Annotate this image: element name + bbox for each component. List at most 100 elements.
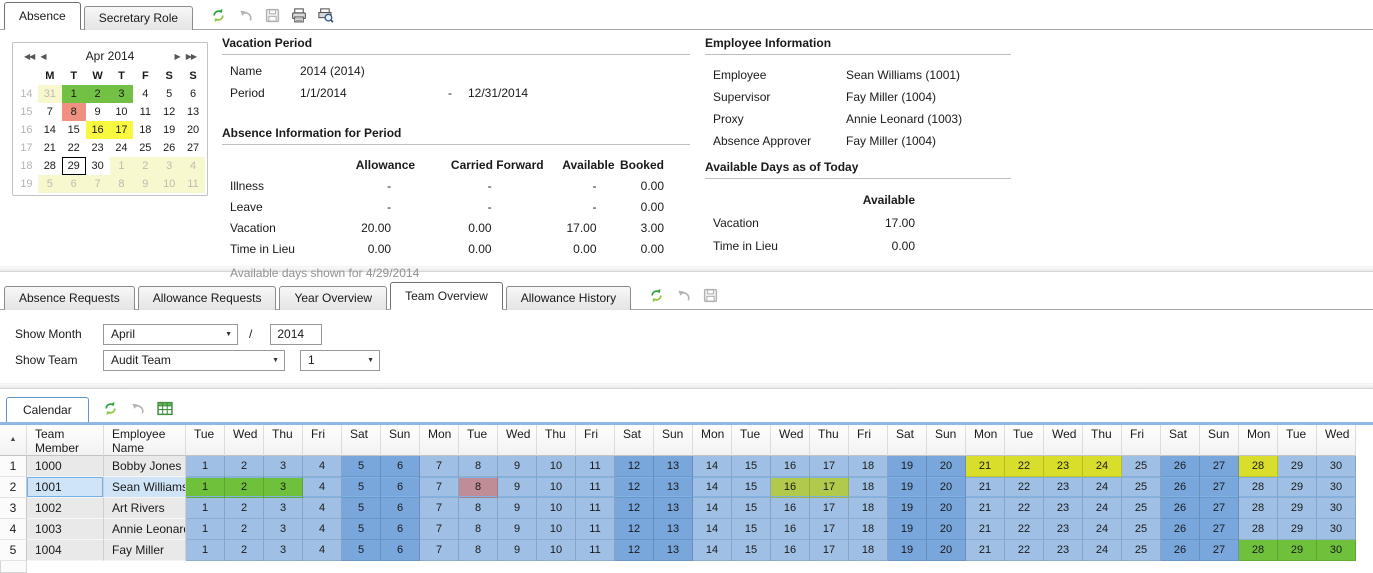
mini-cal-day[interactable]: 19: [157, 121, 181, 139]
team-member-cell[interactable]: 1001: [27, 477, 104, 498]
day-cell[interactable]: 20: [927, 498, 966, 519]
row-header[interactable]: 2: [0, 477, 27, 498]
day-cell[interactable]: 8: [459, 540, 498, 561]
mini-cal-day[interactable]: 10: [110, 103, 134, 121]
mini-cal-day[interactable]: 1: [110, 157, 134, 175]
day-cell[interactable]: 15: [732, 519, 771, 540]
mini-cal-day[interactable]: 3: [157, 157, 181, 175]
day-cell[interactable]: 27: [1200, 477, 1239, 498]
day-cell[interactable]: 6: [381, 498, 420, 519]
year-input[interactable]: [270, 324, 322, 345]
mini-cal-day[interactable]: 26: [157, 139, 181, 157]
mini-cal-day[interactable]: 1: [62, 85, 86, 103]
mini-cal-day[interactable]: 6: [62, 175, 86, 193]
day-cell[interactable]: 16: [771, 477, 810, 498]
day-cell[interactable]: 16: [771, 498, 810, 519]
mini-cal-day[interactable]: 28: [38, 157, 62, 175]
tab-secretary-role[interactable]: Secretary Role: [84, 6, 193, 30]
day-cell[interactable]: 18: [849, 498, 888, 519]
day-cell[interactable]: 29: [1278, 540, 1317, 561]
day-cell[interactable]: 30: [1317, 498, 1356, 519]
mini-cal-day[interactable]: 6: [181, 85, 205, 103]
day-cell[interactable]: 3: [264, 456, 303, 477]
day-cell[interactable]: 1: [186, 540, 225, 561]
month-select[interactable]: April ▼: [103, 324, 238, 345]
day-cell[interactable]: 18: [849, 519, 888, 540]
tab-year-overview[interactable]: Year Overview: [279, 286, 387, 310]
day-cell[interactable]: 4: [303, 540, 342, 561]
day-cell[interactable]: 25: [1122, 519, 1161, 540]
mini-cal-day[interactable]: 16: [86, 121, 110, 139]
day-cell[interactable]: 19: [888, 477, 927, 498]
tab-allowance-requests[interactable]: Allowance Requests: [138, 286, 277, 310]
day-cell[interactable]: 7: [420, 519, 459, 540]
day-cell[interactable]: 2: [225, 477, 264, 498]
mini-cal-day[interactable]: 20: [181, 121, 205, 139]
day-cell[interactable]: 3: [264, 519, 303, 540]
day-cell[interactable]: 22: [1005, 519, 1044, 540]
next-year-icon[interactable]: ▶▶: [183, 52, 199, 61]
mini-cal-day[interactable]: 23: [86, 139, 110, 157]
day-cell[interactable]: 13: [654, 456, 693, 477]
team-select[interactable]: Audit Team ▼: [103, 350, 285, 371]
print-preview-icon[interactable]: [318, 7, 334, 23]
mini-cal-day[interactable]: 25: [133, 139, 157, 157]
day-cell[interactable]: 24: [1083, 540, 1122, 561]
day-cell[interactable]: 24: [1083, 477, 1122, 498]
day-cell[interactable]: 9: [498, 498, 537, 519]
day-cell[interactable]: 14: [693, 456, 732, 477]
day-cell[interactable]: 20: [927, 540, 966, 561]
day-cell[interactable]: 11: [576, 519, 615, 540]
mini-cal-day[interactable]: 9: [86, 103, 110, 121]
day-cell[interactable]: 21: [966, 498, 1005, 519]
day-cell[interactable]: 12: [615, 477, 654, 498]
day-cell[interactable]: 22: [1005, 477, 1044, 498]
day-cell[interactable]: 28: [1239, 519, 1278, 540]
mini-cal-day[interactable]: 21: [38, 139, 62, 157]
day-cell[interactable]: 25: [1122, 498, 1161, 519]
mini-cal-day[interactable]: 10: [157, 175, 181, 193]
day-cell[interactable]: 13: [654, 540, 693, 561]
day-cell[interactable]: 30: [1317, 456, 1356, 477]
day-cell[interactable]: 4: [303, 519, 342, 540]
mini-cal-day[interactable]: 29: [62, 157, 86, 175]
day-cell[interactable]: 19: [888, 519, 927, 540]
table-view-icon[interactable]: [157, 400, 173, 416]
tab-absence[interactable]: Absence: [4, 2, 81, 30]
day-cell[interactable]: 29: [1278, 519, 1317, 540]
day-cell[interactable]: 18: [849, 456, 888, 477]
day-cell[interactable]: 17: [810, 519, 849, 540]
employee-name-cell[interactable]: Fay Miller: [104, 540, 186, 561]
day-cell[interactable]: 15: [732, 498, 771, 519]
tab-calendar[interactable]: Calendar: [6, 397, 89, 422]
day-cell[interactable]: 22: [1005, 498, 1044, 519]
sort-corner-header[interactable]: ▲: [0, 425, 27, 456]
day-cell[interactable]: 22: [1005, 456, 1044, 477]
day-cell[interactable]: 19: [888, 456, 927, 477]
day-cell[interactable]: 27: [1200, 519, 1239, 540]
day-cell[interactable]: 21: [966, 477, 1005, 498]
mini-cal-day[interactable]: 11: [133, 103, 157, 121]
day-cell[interactable]: 10: [537, 519, 576, 540]
day-cell[interactable]: 3: [264, 540, 303, 561]
day-cell[interactable]: 6: [381, 477, 420, 498]
day-cell[interactable]: 1: [186, 519, 225, 540]
day-cell[interactable]: 12: [615, 456, 654, 477]
day-cell[interactable]: 13: [654, 477, 693, 498]
day-cell[interactable]: 9: [498, 519, 537, 540]
day-cell[interactable]: 16: [771, 519, 810, 540]
day-cell[interactable]: 11: [576, 456, 615, 477]
employee-name-cell[interactable]: Sean Williams: [104, 477, 186, 498]
tab-absence-requests[interactable]: Absence Requests: [4, 286, 135, 310]
day-cell[interactable]: 18: [849, 540, 888, 561]
mini-cal-day[interactable]: 4: [133, 85, 157, 103]
day-cell[interactable]: 6: [381, 540, 420, 561]
day-cell[interactable]: 19: [888, 498, 927, 519]
day-cell[interactable]: 11: [576, 498, 615, 519]
mini-cal-day[interactable]: 11: [181, 175, 205, 193]
day-cell[interactable]: 19: [888, 540, 927, 561]
day-cell[interactable]: 17: [810, 456, 849, 477]
day-cell[interactable]: 24: [1083, 456, 1122, 477]
day-cell[interactable]: 9: [498, 540, 537, 561]
mini-cal-day[interactable]: 9: [133, 175, 157, 193]
